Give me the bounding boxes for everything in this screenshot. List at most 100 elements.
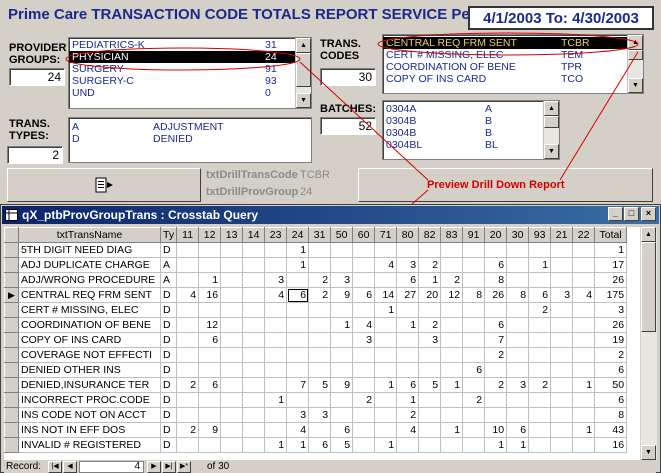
count-cell[interactable] bbox=[330, 362, 354, 378]
count-cell[interactable] bbox=[286, 362, 310, 378]
provider-group-item[interactable]: PHYSICIAN 24 bbox=[69, 51, 311, 63]
row-selector-header[interactable] bbox=[4, 227, 19, 243]
count-cell[interactable]: 3 bbox=[330, 272, 354, 288]
count-cell[interactable] bbox=[220, 377, 244, 393]
last-record-icon[interactable]: ▶| bbox=[162, 461, 176, 473]
scroll-up-icon[interactable]: ▲ bbox=[628, 35, 643, 50]
provider-group-item[interactable]: SURGERY-C 93 bbox=[69, 75, 311, 87]
count-cell[interactable]: 2 bbox=[396, 407, 420, 423]
batches-list[interactable]: 0304A A 0304B B 0304B B 0304BL BL ▲ ▼ bbox=[382, 100, 560, 160]
count-cell[interactable] bbox=[462, 317, 486, 333]
table-row[interactable]: DENIED OTHER INS D 6 6 bbox=[4, 362, 628, 378]
count-cell[interactable] bbox=[506, 242, 530, 258]
count-cell[interactable]: 6 bbox=[352, 287, 376, 303]
count-cell[interactable] bbox=[198, 302, 222, 318]
count-cell[interactable]: 1 bbox=[198, 272, 222, 288]
count-cell[interactable]: 2 bbox=[594, 347, 628, 363]
count-cell[interactable]: 6 bbox=[594, 392, 628, 408]
count-cell[interactable] bbox=[396, 332, 420, 348]
count-cell[interactable] bbox=[330, 302, 354, 318]
count-cell[interactable]: 8 bbox=[506, 287, 530, 303]
count-cell[interactable] bbox=[484, 407, 508, 423]
trans-name-cell[interactable]: INVALID # REGISTERED bbox=[18, 437, 161, 453]
count-cell[interactable] bbox=[242, 332, 266, 348]
count-cell[interactable]: 6 bbox=[286, 287, 310, 303]
count-cell[interactable] bbox=[528, 362, 552, 378]
count-cell[interactable] bbox=[330, 242, 354, 258]
count-cell[interactable] bbox=[418, 437, 442, 453]
count-cell[interactable] bbox=[506, 272, 530, 288]
count-cell[interactable]: 1 bbox=[528, 257, 552, 273]
count-cell[interactable] bbox=[440, 302, 464, 318]
count-cell[interactable]: 6 bbox=[198, 377, 222, 393]
count-cell[interactable] bbox=[330, 332, 354, 348]
count-cell[interactable] bbox=[462, 407, 486, 423]
batches-scrollbar[interactable]: ▲ ▼ bbox=[543, 101, 559, 159]
table-row[interactable]: INCORRECT PROC.CODE D 1 2 1 2 6 bbox=[4, 392, 628, 408]
count-cell[interactable]: 3 bbox=[308, 407, 332, 423]
type-cell[interactable]: D bbox=[159, 302, 178, 318]
column-header[interactable]: 71 bbox=[374, 227, 398, 243]
count-cell[interactable]: 16 bbox=[198, 287, 222, 303]
count-cell[interactable] bbox=[528, 407, 552, 423]
count-cell[interactable] bbox=[220, 362, 244, 378]
count-cell[interactable] bbox=[352, 437, 376, 453]
trans-name-cell[interactable]: COPY OF INS CARD bbox=[18, 332, 161, 348]
count-cell[interactable] bbox=[352, 242, 376, 258]
count-cell[interactable] bbox=[440, 332, 464, 348]
count-cell[interactable] bbox=[242, 242, 266, 258]
count-cell[interactable] bbox=[374, 362, 398, 378]
count-cell[interactable]: 1 bbox=[374, 302, 398, 318]
trans-code-item[interactable]: COPY OF INS CARD TCO bbox=[383, 73, 643, 85]
count-cell[interactable]: 9 bbox=[198, 422, 222, 438]
count-cell[interactable]: 4 bbox=[352, 317, 376, 333]
next-record-icon[interactable]: ▶ bbox=[147, 461, 161, 473]
type-cell[interactable]: D bbox=[159, 242, 178, 258]
count-cell[interactable] bbox=[528, 332, 552, 348]
count-cell[interactable] bbox=[396, 362, 420, 378]
count-cell[interactable]: 6 bbox=[528, 287, 552, 303]
count-cell[interactable] bbox=[572, 242, 596, 258]
count-cell[interactable] bbox=[396, 347, 420, 363]
count-cell[interactable]: 1 bbox=[506, 437, 530, 453]
count-cell[interactable]: 5 bbox=[418, 377, 442, 393]
count-cell[interactable] bbox=[550, 377, 574, 393]
type-cell[interactable]: D bbox=[159, 437, 178, 453]
count-cell[interactable]: 2 bbox=[352, 392, 376, 408]
trans-name-cell[interactable]: CENTRAL REQ FRM SENT bbox=[18, 287, 161, 303]
count-cell[interactable]: 6 bbox=[308, 437, 332, 453]
count-cell[interactable] bbox=[308, 257, 332, 273]
count-cell[interactable] bbox=[484, 362, 508, 378]
count-cell[interactable] bbox=[550, 422, 574, 438]
table-row[interactable]: COVERAGE NOT EFFECTI D 2 2 bbox=[4, 347, 628, 363]
count-cell[interactable]: 1 bbox=[572, 422, 596, 438]
window-title-bar[interactable]: qX_ptbProvGroupTrans : Crosstab Query bbox=[2, 206, 659, 224]
trans-name-cell[interactable]: DENIED OTHER INS bbox=[18, 362, 161, 378]
count-cell[interactable]: 6 bbox=[330, 422, 354, 438]
count-cell[interactable]: 8 bbox=[594, 407, 628, 423]
count-cell[interactable] bbox=[506, 347, 530, 363]
count-cell[interactable]: 1 bbox=[396, 392, 420, 408]
new-record-icon[interactable]: ▶* bbox=[177, 461, 191, 473]
count-cell[interactable] bbox=[308, 332, 332, 348]
count-cell[interactable] bbox=[550, 437, 574, 453]
row-selector[interactable] bbox=[4, 302, 19, 318]
row-selector[interactable] bbox=[4, 272, 19, 288]
count-cell[interactable] bbox=[220, 332, 244, 348]
type-cell[interactable]: D bbox=[159, 332, 178, 348]
scroll-thumb[interactable] bbox=[628, 50, 643, 60]
count-cell[interactable] bbox=[440, 392, 464, 408]
count-cell[interactable] bbox=[572, 317, 596, 333]
batch-item[interactable]: 0304B B bbox=[383, 115, 559, 127]
count-cell[interactable] bbox=[176, 407, 200, 423]
count-cell[interactable]: 26 bbox=[594, 272, 628, 288]
count-cell[interactable] bbox=[286, 272, 310, 288]
count-cell[interactable] bbox=[220, 317, 244, 333]
row-selector[interactable] bbox=[4, 422, 19, 438]
count-cell[interactable] bbox=[220, 242, 244, 258]
count-cell[interactable] bbox=[550, 257, 574, 273]
count-cell[interactable]: 6 bbox=[396, 272, 420, 288]
type-cell[interactable]: D bbox=[159, 287, 178, 303]
scroll-down-icon[interactable]: ▼ bbox=[544, 144, 559, 159]
provider-group-item[interactable]: UND 0 bbox=[69, 87, 311, 99]
